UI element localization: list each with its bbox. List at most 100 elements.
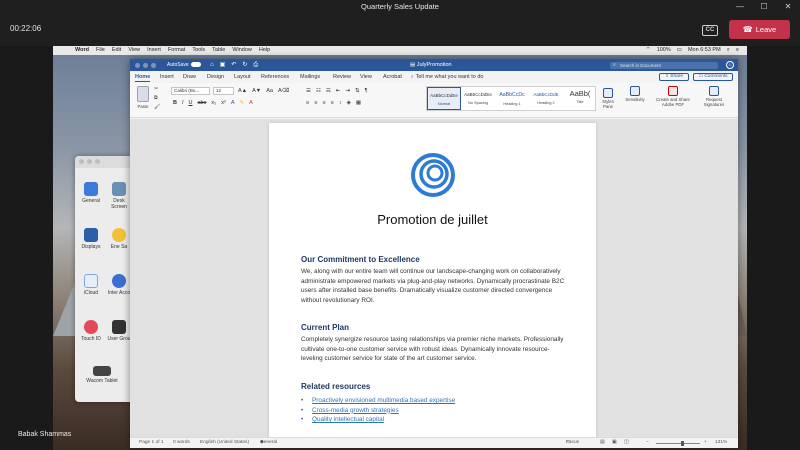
print-layout-icon[interactable]: ▣	[612, 438, 617, 448]
menu-format[interactable]: Format	[168, 46, 185, 55]
pref-users-groups[interactable]: User Grou	[105, 320, 131, 342]
page-count[interactable]: Page 1 of 1	[139, 438, 164, 448]
cut-icon[interactable]: ✂	[154, 86, 158, 92]
subscript-icon[interactable]: x₂	[211, 100, 216, 106]
style-heading-1[interactable]: AaBbCcDc Heading 1	[495, 87, 529, 110]
menu-tools[interactable]: Tools	[192, 46, 205, 55]
maximize-button[interactable]: ☐	[752, 0, 776, 14]
menu-insert[interactable]: Insert	[147, 46, 161, 55]
style-normal[interactable]: AaBbCcDdEe Normal	[427, 87, 461, 110]
menu-table[interactable]: Table	[212, 46, 225, 55]
shading-icon[interactable]: ◈	[347, 100, 351, 106]
wifi-icon[interactable]: ⌔	[646, 46, 651, 55]
resource-link[interactable]: Quality intellectual capital	[312, 415, 384, 425]
tab-insert[interactable]: Insert	[160, 74, 174, 80]
pref-desktop-screensaver[interactable]: Desk Screen	[105, 182, 131, 210]
zoom-level[interactable]: 131%	[715, 438, 727, 448]
align-right-icon[interactable]: ≡	[322, 100, 325, 106]
italic-icon[interactable]: I	[182, 100, 184, 106]
resource-link[interactable]: Proactively envisioned multimedia based …	[312, 396, 455, 406]
document-canvas[interactable]: Promotion de juillet Our Commitment to E…	[130, 119, 738, 437]
web-layout-icon[interactable]: ◫	[624, 438, 629, 448]
style-heading-2[interactable]: AaBbCcDdE Heading 2	[529, 87, 563, 110]
comments-button[interactable]: ▭ Comments	[693, 73, 733, 81]
strikethrough-icon[interactable]: abc	[198, 100, 207, 106]
pref-displays[interactable]: Displays	[77, 228, 105, 250]
menu-view[interactable]: View	[128, 46, 140, 55]
align-left-icon[interactable]: ≡	[306, 100, 309, 106]
request-signatures-button[interactable]: Request Signatures	[696, 86, 732, 107]
style-title[interactable]: AaBb( Title	[563, 87, 597, 110]
format-painter-icon[interactable]: 🖌	[154, 104, 160, 110]
create-share-pdf-button[interactable]: Create and Share Adobe PDF	[653, 86, 693, 107]
read-mode-icon[interactable]: ▤	[600, 438, 605, 448]
pref-icloud[interactable]: iCloud	[77, 274, 105, 296]
line-spacing-icon[interactable]: ↕	[339, 100, 342, 106]
tab-draw[interactable]: Draw	[183, 74, 196, 80]
tab-acrobat[interactable]: Acrobat	[383, 74, 402, 80]
zoom-slider-handle[interactable]	[681, 441, 684, 446]
redo-icon[interactable]: ↻	[242, 59, 247, 71]
borders-icon[interactable]: ▦	[356, 100, 361, 106]
copy-icon[interactable]: ⧉	[154, 95, 158, 101]
font-name-select[interactable]: Calibri (Bo...	[171, 87, 210, 95]
pref-energy-saver[interactable]: Ene Sa	[105, 228, 131, 250]
undo-icon[interactable]: ↶	[231, 59, 236, 71]
tab-design[interactable]: Design	[207, 74, 224, 80]
zoom-dot-icon[interactable]	[95, 159, 100, 164]
battery-icon[interactable]: ▭	[677, 46, 682, 55]
zoom-dot-icon[interactable]	[151, 62, 156, 68]
grow-font-icon[interactable]: A▲	[238, 88, 247, 94]
change-case-icon[interactable]: Aa	[266, 88, 273, 94]
menu-help[interactable]: Help	[259, 46, 270, 55]
document-page[interactable]: Promotion de juillet Our Commitment to E…	[269, 123, 596, 437]
superscript-icon[interactable]: x²	[221, 100, 226, 106]
menubar-clock[interactable]: Mon 6:53 PM	[688, 46, 721, 55]
align-center-icon[interactable]: ≡	[314, 100, 317, 106]
menu-file[interactable]: File	[96, 46, 105, 55]
zoom-out-icon[interactable]: −	[646, 438, 649, 448]
pref-touch-id[interactable]: Touch ID	[77, 320, 105, 342]
tab-references[interactable]: References	[261, 74, 289, 80]
captions-button[interactable]: CC	[702, 25, 718, 36]
menu-window[interactable]: Window	[232, 46, 252, 55]
font-size-select[interactable]: 12	[213, 87, 234, 95]
print-icon[interactable]: ⎙	[253, 59, 258, 71]
tell-me-box[interactable]: ♁ Tell me what you want to do	[410, 74, 483, 80]
underline-icon[interactable]: U	[189, 100, 193, 106]
language-indicator[interactable]: English (United States)	[200, 438, 249, 448]
tab-review[interactable]: Review	[333, 74, 351, 80]
pref-wacom-tablet[interactable]: Wacom Tablet	[77, 366, 127, 384]
home-icon[interactable]: ⌂	[210, 59, 214, 71]
paste-icon[interactable]	[137, 86, 149, 102]
justify-icon[interactable]: ≡	[331, 100, 334, 106]
pref-general[interactable]: General	[77, 182, 105, 204]
font-color-icon[interactable]: A	[249, 100, 253, 106]
leave-button[interactable]: ☎ Leave	[729, 20, 790, 39]
search-icon[interactable]: ⌕	[727, 46, 730, 55]
styles-pane-button[interactable]: Styles Pane	[599, 88, 617, 109]
resource-link[interactable]: Cross-media growth strategies	[312, 406, 399, 416]
shrink-font-icon[interactable]: A▼	[252, 88, 261, 94]
multilevel-list-icon[interactable]: ☴	[326, 88, 331, 94]
text-effects-icon[interactable]: A	[231, 100, 235, 106]
autosave-toggle[interactable]: AutoSave	[167, 59, 201, 71]
tab-layout[interactable]: Layout	[234, 74, 251, 80]
list-icon[interactable]: ≡	[736, 46, 739, 55]
decrease-indent-icon[interactable]: ⇤	[336, 88, 341, 94]
sensitivity-button[interactable]: Sensitivity	[622, 86, 648, 102]
style-no-spacing[interactable]: AaBbCcDdEe No Spacing	[461, 87, 495, 110]
tab-view[interactable]: View	[360, 74, 372, 80]
tab-mailings[interactable]: Mailings	[300, 74, 320, 80]
minimize-button[interactable]: —	[728, 0, 752, 14]
close-dot-icon[interactable]	[135, 62, 140, 68]
share-button[interactable]: ⇧ Share	[659, 73, 689, 81]
numbering-icon[interactable]: ☷	[316, 88, 321, 94]
close-dot-icon[interactable]	[79, 159, 84, 164]
zoom-slider[interactable]	[656, 443, 700, 444]
account-icon[interactable]: ☺	[726, 61, 734, 69]
minimize-dot-icon[interactable]	[143, 62, 148, 68]
pref-internet-accounts[interactable]: Inter Acco	[105, 274, 131, 296]
menu-word[interactable]: Word	[75, 46, 89, 55]
sort-icon[interactable]: ⇅	[355, 88, 360, 94]
